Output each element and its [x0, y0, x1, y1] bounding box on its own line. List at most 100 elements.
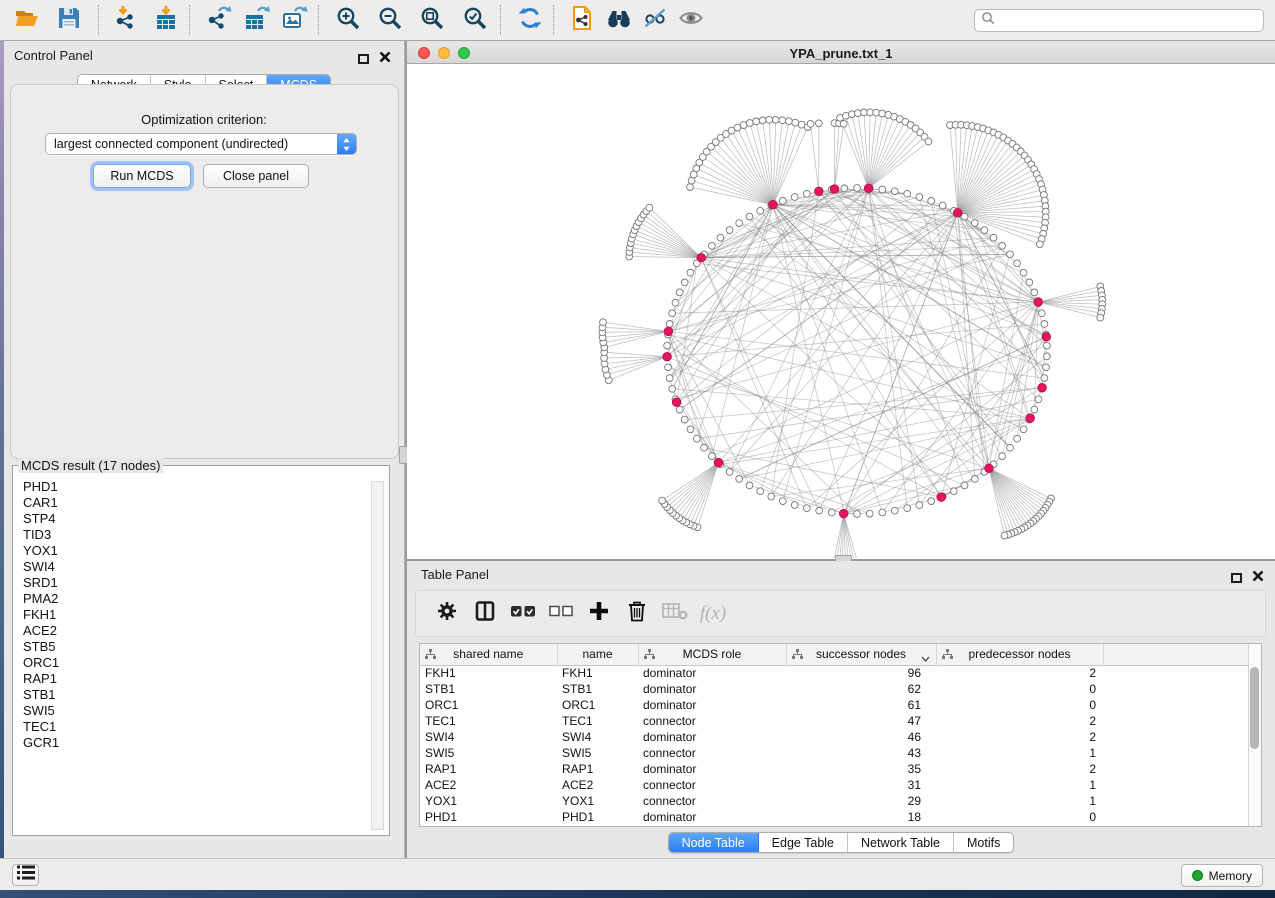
network-node[interactable] [687, 269, 694, 276]
network-node[interactable] [672, 299, 679, 306]
network-node[interactable] [779, 117, 786, 124]
network-node[interactable] [791, 502, 798, 509]
table-row-PHD1[interactable]: PHD1PHD1dominator180 [420, 809, 1250, 825]
network-node[interactable] [676, 406, 683, 413]
close-panel-icon[interactable] [379, 50, 391, 68]
network-node[interactable] [681, 279, 688, 286]
network-node[interactable] [928, 198, 935, 205]
mcds-hub-node[interactable] [672, 398, 681, 407]
table-row-TEC1[interactable]: TEC1TEC1connector472 [420, 713, 1250, 729]
mcds-result-item[interactable]: STB5 [23, 639, 385, 655]
mcds-hub-node[interactable] [664, 327, 673, 336]
mcds-result-item[interactable]: TID3 [23, 527, 385, 543]
network-node[interactable] [646, 204, 653, 211]
run-mcds-button[interactable]: Run MCDS [93, 164, 191, 188]
network-node[interactable] [687, 184, 694, 191]
network-node[interactable] [961, 482, 968, 489]
hide-details-button[interactable] [640, 5, 670, 35]
network-node[interactable] [746, 120, 753, 127]
network-node[interactable] [681, 416, 688, 423]
mcds-hub-node[interactable] [864, 184, 873, 193]
network-node[interactable] [717, 234, 724, 241]
float-window-icon[interactable] [358, 54, 369, 64]
table-scrollbar-track[interactable] [1248, 644, 1261, 826]
network-node[interactable] [746, 213, 753, 220]
network-node[interactable] [709, 242, 716, 249]
network-node[interactable] [816, 507, 823, 514]
network-node[interactable] [757, 207, 764, 214]
save-session-button[interactable] [54, 5, 84, 35]
network-node[interactable] [950, 488, 957, 495]
show-details-button[interactable] [676, 5, 706, 35]
mcds-hub-node[interactable] [1042, 333, 1051, 342]
mcds-hub-node[interactable] [663, 352, 672, 361]
tab-motifs[interactable]: Motifs [954, 833, 1013, 852]
network-node[interactable] [665, 364, 672, 371]
select-all-rows-button[interactable] [506, 599, 540, 629]
network-node[interactable] [786, 118, 793, 125]
network-node[interactable] [757, 488, 764, 495]
mcds-hub-node[interactable] [985, 464, 994, 473]
network-node[interactable] [791, 194, 798, 201]
zoom-out-button[interactable] [375, 5, 405, 35]
mcds-hub-node[interactable] [953, 209, 962, 218]
search-input[interactable] [995, 14, 1263, 28]
column-header-successor-nodes[interactable]: successor nodes [786, 644, 936, 665]
network-node[interactable] [916, 502, 923, 509]
network-node[interactable] [746, 482, 753, 489]
network-node[interactable] [803, 190, 810, 197]
network-node[interactable] [999, 242, 1006, 249]
mcds-hub-node[interactable] [830, 185, 839, 194]
network-node[interactable] [1031, 406, 1038, 413]
mcds-result-item[interactable]: GCR1 [23, 735, 385, 751]
network-node[interactable] [1014, 435, 1021, 442]
table-row-YOX1[interactable]: YOX1YOX1connector291 [420, 793, 1250, 809]
mcds-hub-node[interactable] [937, 493, 946, 502]
network-node[interactable] [766, 116, 773, 123]
network-node[interactable] [669, 385, 676, 392]
memory-button[interactable]: Memory [1181, 864, 1263, 887]
network-node[interactable] [687, 426, 694, 433]
mcds-result-item[interactable]: SWI5 [23, 703, 385, 719]
network-node[interactable] [866, 510, 873, 517]
zoom-in-button[interactable] [333, 5, 363, 35]
network-node[interactable] [664, 342, 671, 349]
table-settings-button[interactable] [430, 599, 464, 629]
network-node[interactable] [999, 453, 1006, 460]
network-node[interactable] [753, 118, 760, 125]
network-node[interactable] [971, 476, 978, 483]
close-panel-button[interactable]: Close panel [203, 164, 309, 188]
mcds-result-item[interactable]: TEC1 [23, 719, 385, 735]
network-node[interactable] [1036, 241, 1043, 248]
network-node[interactable] [736, 476, 743, 483]
network-node[interactable] [925, 138, 932, 145]
network-node[interactable] [879, 186, 886, 193]
import-table-button[interactable] [151, 5, 181, 35]
network-node[interactable] [1041, 375, 1048, 382]
mcds-hub-node[interactable] [714, 458, 723, 467]
network-node[interactable] [1001, 532, 1008, 539]
add-row-button[interactable] [582, 599, 616, 629]
network-node[interactable] [1020, 426, 1027, 433]
mcds-result-item[interactable]: RAP1 [23, 671, 385, 687]
network-node[interactable] [1038, 310, 1045, 317]
network-node[interactable] [779, 498, 786, 505]
mcds-result-item[interactable]: SRD1 [23, 575, 385, 591]
tab-node-table[interactable]: Node Table [669, 833, 759, 852]
refresh-button[interactable] [515, 5, 545, 35]
float-window-icon[interactable] [1231, 573, 1242, 583]
mcds-result-item[interactable]: CAR1 [23, 495, 385, 511]
network-node[interactable] [841, 185, 848, 192]
table-row-RAP1[interactable]: RAP1RAP1dominator352 [420, 761, 1250, 777]
tab-network-table[interactable]: Network Table [848, 833, 954, 852]
mcds-result-item[interactable]: STP4 [23, 511, 385, 527]
mcds-hub-node[interactable] [769, 200, 778, 209]
network-node[interactable] [694, 435, 701, 442]
network-node[interactable] [990, 234, 997, 241]
show-columns-button[interactable] [468, 599, 502, 629]
export-network-button[interactable] [204, 5, 234, 35]
mcds-hub-node[interactable] [1038, 383, 1047, 392]
export-to-web-button[interactable] [568, 5, 598, 35]
network-node[interactable] [1041, 321, 1048, 328]
column-header-MCDS-role[interactable]: MCDS role [638, 644, 786, 665]
